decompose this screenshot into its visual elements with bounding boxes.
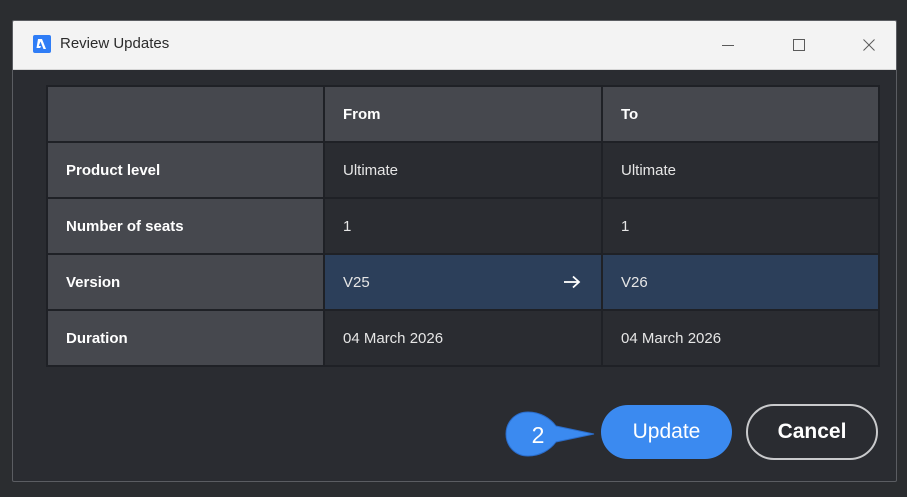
close-button[interactable] [839, 21, 896, 69]
app-logo-icon [33, 35, 51, 53]
from-value: 04 March 2026 [323, 309, 603, 367]
arrow-right-icon [564, 275, 581, 289]
to-value: 04 March 2026 [601, 309, 880, 367]
close-icon [863, 39, 875, 51]
table-row-highlighted: Version V25 V26 [46, 253, 880, 311]
from-value-cell: V25 [323, 253, 603, 311]
table-row: Product level Ultimate Ultimate [46, 141, 880, 199]
from-value: Ultimate [323, 141, 603, 199]
update-button-label: Update [632, 420, 701, 443]
from-value: 1 [323, 197, 603, 255]
table-corner-cell [46, 85, 325, 143]
maximize-button[interactable] [769, 21, 829, 69]
row-label: Duration [46, 309, 325, 367]
review-table: From To Product level Ultimate Ultimate … [46, 85, 880, 367]
row-label: Product level [46, 141, 325, 199]
table-row: Number of seats 1 1 [46, 197, 880, 255]
to-value: 1 [601, 197, 880, 255]
cancel-button[interactable]: Cancel [746, 404, 878, 460]
cancel-button-label: Cancel [777, 420, 847, 443]
row-label: Version [46, 253, 325, 311]
from-value: V25 [343, 273, 370, 291]
column-header-to: To [601, 85, 880, 143]
minimize-icon [722, 45, 734, 46]
column-header-from: From [323, 85, 603, 143]
row-label: Number of seats [46, 197, 325, 255]
step-number: 2 [531, 422, 545, 448]
to-value: V26 [601, 253, 880, 311]
minimize-button[interactable] [698, 21, 758, 69]
maximize-icon [793, 39, 805, 51]
to-value: Ultimate [601, 141, 880, 199]
table-row: Duration 04 March 2026 04 March 2026 [46, 309, 880, 367]
update-button[interactable]: Update [601, 405, 732, 459]
window-title: Review Updates [60, 35, 170, 52]
step-callout-badge [505, 411, 595, 457]
title-bar[interactable]: Review Updates [13, 21, 896, 70]
table-header-row: From To [46, 85, 880, 143]
